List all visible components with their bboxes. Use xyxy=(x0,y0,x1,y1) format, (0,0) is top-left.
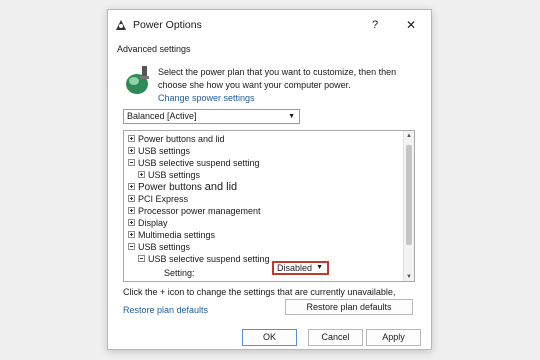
window-title: Power Options xyxy=(133,19,202,31)
close-button[interactable]: ✕ xyxy=(403,16,419,34)
tree-item-usb-settings[interactable]: USB settings xyxy=(128,145,190,157)
expand-icon[interactable] xyxy=(128,207,135,215)
ok-button[interactable]: OK xyxy=(242,329,297,346)
collapse-icon[interactable] xyxy=(128,243,135,251)
expand-icon[interactable] xyxy=(128,147,135,155)
tree-item-label: Display xyxy=(138,218,168,228)
power-options-dialog: Power Options ? ✕ Advanced settings Sele… xyxy=(107,9,432,350)
settings-tree: Power buttons and lid USB settings USB s… xyxy=(123,130,415,282)
restore-plan-defaults-link[interactable]: Restore plan defaults xyxy=(123,305,208,315)
setting-label: Setting: xyxy=(164,268,195,278)
power-options-app-icon xyxy=(116,20,126,30)
scroll-thumb[interactable] xyxy=(406,145,412,245)
tree-item-label: USB settings xyxy=(138,242,191,252)
scroll-down-icon[interactable]: ▼ xyxy=(405,274,413,280)
tree-item-label: PCI Express xyxy=(138,194,189,204)
apply-button[interactable]: Apply xyxy=(366,329,421,346)
tree-item-usb-selective-suspend[interactable]: USB selective suspend setting xyxy=(128,157,260,169)
collapse-icon[interactable] xyxy=(138,255,145,263)
tab-advanced-settings[interactable]: Advanced settings xyxy=(117,44,191,54)
expand-icon[interactable] xyxy=(128,182,135,190)
collapse-icon[interactable] xyxy=(128,159,135,167)
power-plan-dropdown[interactable]: Balanced [Active] ▼ xyxy=(123,109,300,124)
tree-item-pci-express[interactable]: PCI Express xyxy=(128,193,188,205)
power-plan-icon xyxy=(126,66,149,94)
tree-item-power-buttons-and-lid[interactable]: Power buttons and lid xyxy=(128,133,225,145)
tree-item-label: Power buttons xyxy=(138,182,202,193)
tree-item-label: USB selective suspend setting xyxy=(138,158,260,168)
tree-item-label: Multimedia settings xyxy=(138,230,216,240)
tree-item-processor-power[interactable]: Processor power management xyxy=(128,205,261,217)
chevron-down-icon: ▼ xyxy=(288,113,295,120)
tree-item-power-buttons-and-lid[interactable]: Power buttons and lid xyxy=(128,181,237,193)
power-plan-value: Balanced [Active] xyxy=(127,111,197,121)
tree-scrollbar[interactable]: ▲ ▼ xyxy=(403,131,414,281)
tree-item-display[interactable]: Display xyxy=(128,217,168,229)
tree-item-label: USB settings xyxy=(148,170,201,180)
tree-item-label: USB settings xyxy=(138,146,191,156)
expand-icon[interactable] xyxy=(128,231,135,239)
help-button[interactable]: ? xyxy=(367,16,383,34)
intro-text: Select the power plan that you want to c… xyxy=(158,66,398,92)
info-text: Click the + icon to change the settings … xyxy=(123,287,396,297)
chevron-down-icon: ▼ xyxy=(316,264,323,271)
change-plan-settings-link[interactable]: Change spower settings xyxy=(158,93,255,103)
expand-icon[interactable] xyxy=(128,135,135,143)
tree-item-multimedia-settings[interactable]: Multimedia settings xyxy=(128,229,215,241)
intro-line-1: Select the power plan that you want to c… xyxy=(158,67,397,77)
restore-plan-defaults-button[interactable]: Restore plan defaults xyxy=(285,299,413,315)
expand-icon[interactable] xyxy=(128,195,135,203)
expand-icon[interactable] xyxy=(138,171,145,179)
scroll-up-icon[interactable]: ▲ xyxy=(405,133,413,139)
tree-item-label-suffix: and lid xyxy=(204,181,238,193)
title-bar: Power Options ? ✕ xyxy=(108,10,431,40)
intro-line-2: choose she how you want your computer po… xyxy=(158,80,351,90)
setting-dropdown[interactable]: Disabled ▼ xyxy=(272,261,329,275)
tree-item-usb-settings[interactable]: USB settings xyxy=(128,241,190,253)
tree-item-usb-selective-suspend[interactable]: USB selective suspend setting xyxy=(138,253,270,265)
tree-item-label: USB selective suspend setting xyxy=(148,254,270,264)
expand-icon[interactable] xyxy=(128,219,135,227)
tree-item-label: Power buttons and lid xyxy=(138,134,225,144)
tree-item-label: Processor power management xyxy=(138,206,261,216)
tree-item-usb-settings[interactable]: USB settings xyxy=(138,169,200,181)
setting-value: Disabled xyxy=(277,263,313,273)
cancel-button[interactable]: Cancel xyxy=(308,329,363,346)
